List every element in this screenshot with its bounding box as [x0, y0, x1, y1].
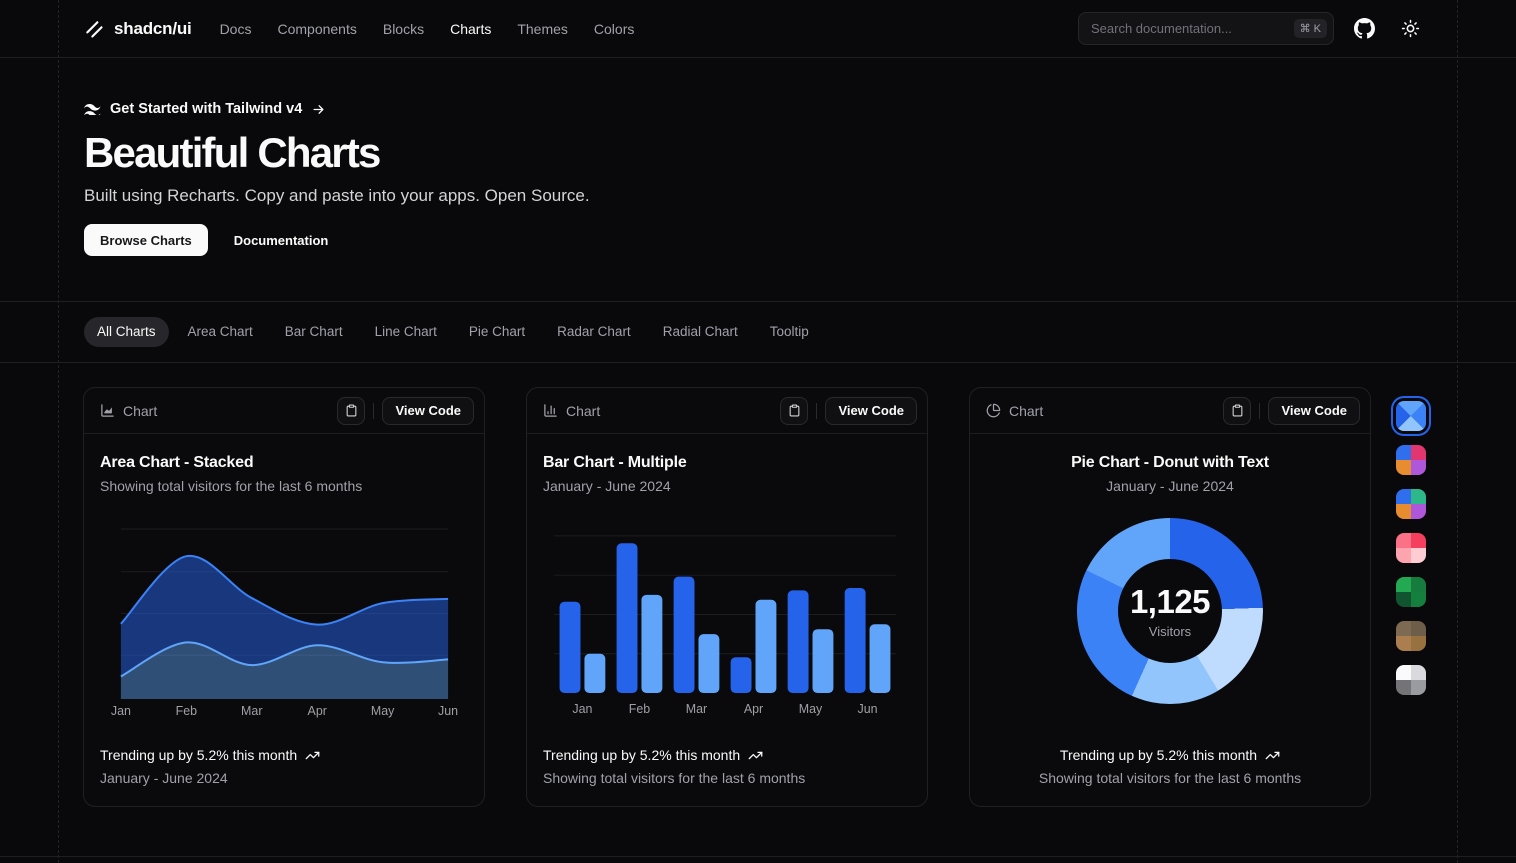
header-divider — [373, 403, 374, 419]
svg-text:Mar: Mar — [241, 704, 262, 718]
theme-swatch-blue[interactable] — [1396, 401, 1426, 431]
nav-link-docs[interactable]: Docs — [220, 21, 252, 37]
tab-radar-chart[interactable]: Radar Chart — [544, 317, 644, 347]
tab-line-chart[interactable]: Line Chart — [362, 317, 450, 347]
view-code-button[interactable]: View Code — [1268, 397, 1360, 425]
nav-link-charts[interactable]: Charts — [450, 21, 491, 37]
svg-text:Apr: Apr — [744, 702, 763, 716]
svg-text:Mar: Mar — [686, 702, 707, 716]
chart-subtitle: January - June 2024 — [986, 478, 1354, 494]
sun-icon[interactable] — [1394, 13, 1426, 45]
nav-link-components[interactable]: Components — [277, 21, 356, 37]
copy-code-button[interactable] — [780, 397, 808, 425]
area-chart-card: Chart View Code Area Chart - Stacked Sho… — [83, 387, 485, 807]
documentation-button[interactable]: Documentation — [218, 224, 345, 256]
trend-text: Trending up by 5.2% this month — [543, 747, 740, 763]
nav-link-themes[interactable]: Themes — [517, 21, 568, 37]
header-divider — [816, 403, 817, 419]
browse-charts-button[interactable]: Browse Charts — [84, 224, 208, 256]
theme-swatch-gray[interactable] — [1396, 665, 1426, 695]
area-chart-plot[interactable]: Jan Feb Mar Apr May Jun — [100, 518, 468, 720]
svg-text:Jan: Jan — [111, 704, 131, 718]
card-header-label: Chart — [123, 403, 157, 419]
svg-text:Jun: Jun — [858, 702, 878, 716]
chart-subtitle: Showing total visitors for the last 6 mo… — [100, 478, 468, 494]
trending-up-icon — [1265, 748, 1280, 763]
svg-text:May: May — [371, 704, 395, 718]
top-nav: shadcn/ui Docs Components Blocks Charts Them… — [0, 0, 1516, 57]
view-code-button[interactable]: View Code — [825, 397, 917, 425]
view-code-button[interactable]: View Code — [382, 397, 474, 425]
nav-links: Docs Components Blocks Charts Themes Colors — [220, 21, 635, 37]
tab-pie-chart[interactable]: Pie Chart — [456, 317, 538, 347]
nav-link-blocks[interactable]: Blocks — [383, 21, 424, 37]
page-subtitle: Built using Recharts. Copy and paste int… — [84, 186, 1426, 206]
copy-code-button[interactable] — [337, 397, 365, 425]
pie-chart-card: Chart View Code Pie Chart - Donut with T… — [969, 387, 1371, 807]
tailwind-banner[interactable]: Get Started with Tailwind v4 — [84, 101, 1426, 117]
shadcn-logo-icon — [84, 19, 104, 39]
search-input[interactable] — [1091, 21, 1286, 36]
donut-total-label: Visitors — [1149, 624, 1191, 639]
search-shortcut: ⌘ K — [1294, 19, 1327, 38]
tab-all-charts[interactable]: All Charts — [84, 317, 169, 347]
svg-text:Jun: Jun — [438, 704, 458, 718]
theme-swatch-default[interactable] — [1396, 445, 1426, 475]
theme-swatch-amber[interactable] — [1396, 621, 1426, 651]
chart-type-tabs: All ChartsArea ChartBar ChartLine ChartP… — [0, 301, 1516, 362]
footer-subtext: January - June 2024 — [100, 770, 468, 786]
theme-swatch-rose[interactable] — [1396, 533, 1426, 563]
svg-text:May: May — [799, 702, 823, 716]
charts-section: Chart View Code Area Chart - Stacked Sho… — [0, 362, 1516, 863]
card-header-label: Chart — [1009, 403, 1043, 419]
search-box[interactable]: ⌘ K — [1078, 12, 1334, 45]
chart-subtitle: January - June 2024 — [543, 478, 911, 494]
copy-code-button[interactable] — [1223, 397, 1251, 425]
bar-chart-plot[interactable]: Jan Feb Mar Apr May Jun — [543, 518, 911, 720]
svg-text:Feb: Feb — [629, 702, 650, 716]
tailwind-icon — [84, 104, 101, 115]
tab-bar-chart[interactable]: Bar Chart — [272, 317, 356, 347]
bar-chart-icon — [543, 403, 558, 418]
svg-text:Feb: Feb — [176, 704, 197, 718]
arrow-right-icon — [311, 102, 326, 117]
footer-subtext: Showing total visitors for the last 6 mo… — [543, 770, 911, 786]
trending-up-icon — [748, 748, 763, 763]
banner-text: Get Started with Tailwind v4 — [110, 101, 302, 117]
brand[interactable]: shadcn/ui — [84, 19, 192, 39]
pie-chart-icon — [986, 403, 1001, 418]
svg-text:Apr: Apr — [308, 704, 327, 718]
footer-subtext: Showing total visitors for the last 6 mo… — [986, 770, 1354, 786]
bar-chart-card: Chart View Code Bar Chart - Multiple Jan… — [526, 387, 928, 807]
page-title: Beautiful Charts — [84, 129, 1426, 177]
chart-title: Area Chart - Stacked — [100, 454, 468, 472]
trending-up-icon — [305, 748, 320, 763]
tab-area-chart[interactable]: Area Chart — [175, 317, 266, 347]
theme-swatch-green[interactable] — [1396, 577, 1426, 607]
nav-link-colors[interactable]: Colors — [594, 21, 634, 37]
hero-section: Get Started with Tailwind v4 Beautiful C… — [84, 57, 1426, 256]
chart-title: Pie Chart - Donut with Text — [986, 454, 1354, 472]
theme-swatch-multi-green[interactable] — [1396, 489, 1426, 519]
card-header-label: Chart — [566, 403, 600, 419]
donut-total-value: 1,125 — [1130, 583, 1210, 621]
chart-title: Bar Chart - Multiple — [543, 454, 911, 472]
brand-name: shadcn/ui — [114, 19, 192, 39]
svg-text:Jan: Jan — [572, 702, 592, 716]
donut-chart[interactable]: 1,125 Visitors — [1077, 518, 1263, 704]
github-icon[interactable] — [1348, 13, 1380, 45]
header-divider — [1259, 403, 1260, 419]
theme-swatches — [1396, 401, 1426, 695]
tab-radial-chart[interactable]: Radial Chart — [650, 317, 751, 347]
trend-text: Trending up by 5.2% this month — [100, 747, 297, 763]
trend-text: Trending up by 5.2% this month — [1060, 747, 1257, 763]
area-chart-icon — [100, 403, 115, 418]
tab-tooltip[interactable]: Tooltip — [757, 317, 822, 347]
